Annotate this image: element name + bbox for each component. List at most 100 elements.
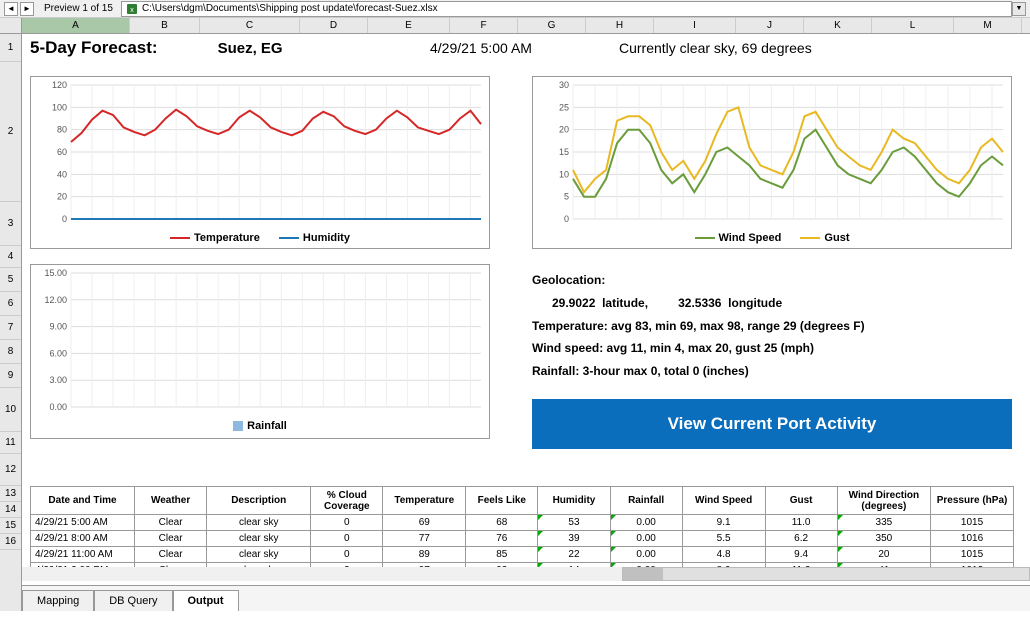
table-cell[interactable]: 69 (383, 515, 466, 531)
path-dropdown-button[interactable]: ▼ (1012, 2, 1026, 16)
svg-text:x: x (130, 7, 134, 14)
table-cell[interactable]: 0 (311, 547, 383, 563)
next-page-button[interactable]: ► (20, 2, 34, 16)
column-header-D[interactable]: D (300, 18, 368, 33)
file-path-box[interactable]: x C:\Users\dgm\Documents\Shipping post u… (121, 1, 1012, 17)
legend-rainfall: Rainfall (247, 420, 287, 432)
bottom-tab-db-query[interactable]: DB Query (94, 590, 172, 611)
column-header-C[interactable]: C (200, 18, 300, 33)
row-header-7[interactable]: 7 (0, 316, 21, 340)
table-row: 4/29/21 8:00 AMClearclear sky07776390.00… (31, 531, 1014, 547)
row-header-16[interactable]: 16 (0, 534, 21, 550)
table-cell[interactable]: clear sky (207, 531, 311, 547)
select-all-cell[interactable] (0, 18, 22, 33)
forecast-title: 5-Day Forecast: (30, 38, 158, 58)
table-cell[interactable]: 4.8 (682, 547, 765, 563)
table-cell[interactable]: 53 (538, 515, 610, 531)
column-header-L[interactable]: L (872, 18, 954, 33)
svg-text:5: 5 (564, 192, 569, 202)
table-cell[interactable]: 1015 (931, 547, 1014, 563)
column-header-M[interactable]: M (954, 18, 1022, 33)
svg-text:30: 30 (559, 80, 569, 90)
table-cell[interactable]: 76 (466, 531, 538, 547)
row-header-1[interactable]: 1 (0, 34, 21, 62)
column-header-A[interactable]: A (22, 18, 130, 33)
row-header-9[interactable]: 9 (0, 364, 21, 388)
table-cell[interactable]: 11.0 (765, 515, 837, 531)
row-header-10[interactable]: 10 (0, 388, 21, 432)
error-flag-icon (838, 547, 843, 552)
table-cell[interactable]: clear sky (207, 515, 311, 531)
table-cell[interactable]: 0.00 (610, 547, 682, 563)
svg-text:120: 120 (52, 80, 67, 90)
column-header-J[interactable]: J (736, 18, 804, 33)
worksheet-content: 5-Day Forecast: Suez, EG 4/29/21 5:00 AM… (22, 34, 1030, 611)
column-header-F[interactable]: F (450, 18, 518, 33)
lon-value: 32.5336 (678, 296, 721, 310)
horizontal-scrollbar[interactable] (22, 567, 1030, 581)
error-flag-icon (538, 531, 543, 536)
table-cell[interactable]: 9.4 (765, 547, 837, 563)
svg-text:3.00: 3.00 (49, 375, 67, 385)
hscroll-thumb[interactable] (623, 568, 663, 580)
legend-humidity: Humidity (303, 232, 350, 244)
table-cell[interactable]: 335 (837, 515, 930, 531)
table-cell[interactable]: 0.00 (610, 531, 682, 547)
column-header-H[interactable]: H (586, 18, 654, 33)
table-cell[interactable]: 4/29/21 8:00 AM (31, 531, 135, 547)
bottom-tab-mapping[interactable]: Mapping (22, 590, 94, 611)
row-header-14[interactable]: 14 (0, 502, 21, 518)
table-cell[interactable]: 20 (837, 547, 930, 563)
table-header: Pressure (hPa) (931, 487, 1014, 515)
table-cell[interactable]: 77 (383, 531, 466, 547)
row-header-4[interactable]: 4 (0, 246, 21, 268)
table-cell[interactable]: 4/29/21 5:00 AM (31, 515, 135, 531)
table-cell[interactable]: 22 (538, 547, 610, 563)
table-cell[interactable]: 0 (311, 515, 383, 531)
error-flag-icon (838, 531, 843, 536)
table-cell[interactable]: Clear (135, 515, 207, 531)
table-cell[interactable]: 4/29/21 11:00 AM (31, 547, 135, 563)
table-cell[interactable]: 1015 (931, 515, 1014, 531)
table-cell[interactable]: 85 (466, 547, 538, 563)
row-header-5[interactable]: 5 (0, 268, 21, 292)
row-header-11[interactable]: 11 (0, 432, 21, 454)
geolocation-summary: Geolocation: 29.9022 latitude, 32.5336 l… (532, 269, 865, 383)
table-header: Rainfall (610, 487, 682, 515)
table-cell[interactable]: 89 (383, 547, 466, 563)
row-header-2[interactable]: 2 (0, 62, 21, 202)
table-cell[interactable]: 68 (466, 515, 538, 531)
column-header-G[interactable]: G (518, 18, 586, 33)
table-cell[interactable]: 9.1 (682, 515, 765, 531)
row-header-8[interactable]: 8 (0, 340, 21, 364)
table-cell[interactable]: 39 (538, 531, 610, 547)
table-cell[interactable]: Clear (135, 547, 207, 563)
row-header-13[interactable]: 13 (0, 486, 21, 502)
bottom-tab-output[interactable]: Output (173, 590, 239, 611)
row-header-6[interactable]: 6 (0, 292, 21, 316)
datetime-label: 4/29/21 5:00 AM (430, 40, 532, 56)
column-header-K[interactable]: K (804, 18, 872, 33)
column-headers: ABCDEFGHIJKLM (0, 18, 1030, 34)
table-cell[interactable]: Clear (135, 531, 207, 547)
prev-page-button[interactable]: ◄ (4, 2, 18, 16)
table-cell[interactable]: 1016 (931, 531, 1014, 547)
table-cell[interactable]: 6.2 (765, 531, 837, 547)
table-header: Feels Like (466, 487, 538, 515)
chart1-plot: 020406080100120 (31, 77, 489, 227)
row-header-3[interactable]: 3 (0, 202, 21, 246)
column-header-E[interactable]: E (368, 18, 450, 33)
table-cell[interactable]: 0.00 (610, 515, 682, 531)
bottom-tab-bar: MappingDB QueryOutput (22, 585, 1030, 611)
table-cell[interactable]: 0 (311, 531, 383, 547)
lon-label: longitude (728, 296, 782, 310)
column-header-B[interactable]: B (130, 18, 200, 33)
table-header: Date and Time (31, 487, 135, 515)
column-header-I[interactable]: I (654, 18, 736, 33)
table-cell[interactable]: 5.5 (682, 531, 765, 547)
row-header-15[interactable]: 15 (0, 518, 21, 534)
row-header-12[interactable]: 12 (0, 454, 21, 486)
view-port-activity-button[interactable]: View Current Port Activity (532, 399, 1012, 449)
table-cell[interactable]: clear sky (207, 547, 311, 563)
table-cell[interactable]: 350 (837, 531, 930, 547)
